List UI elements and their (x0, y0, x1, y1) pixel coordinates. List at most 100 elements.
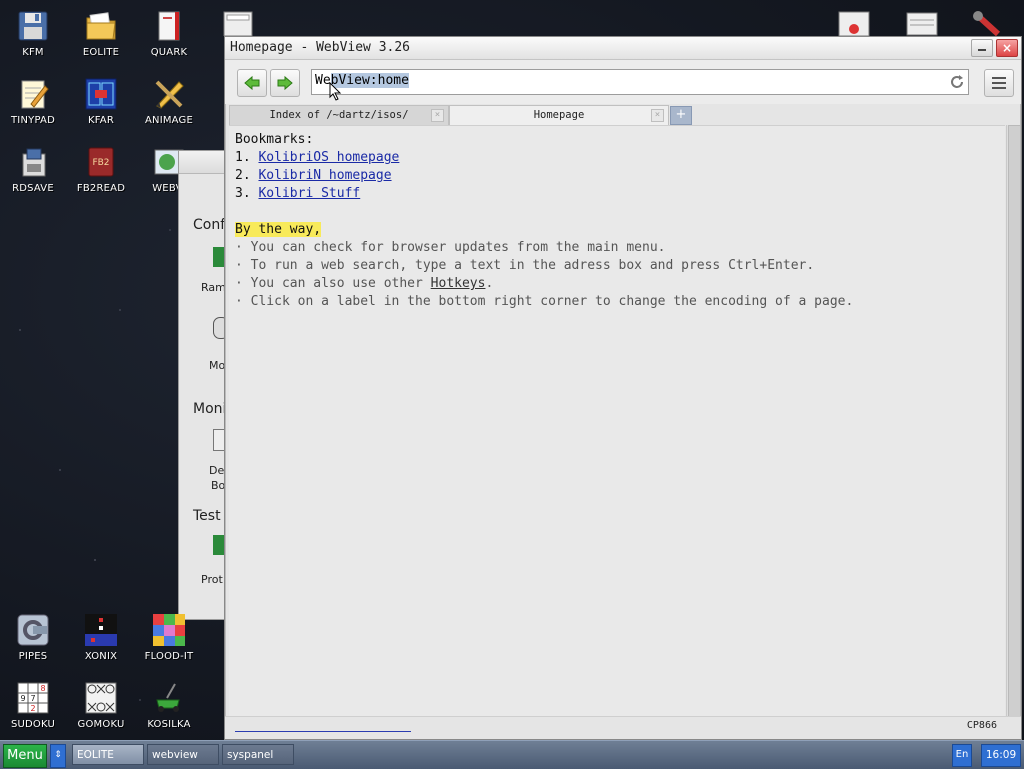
status-bar: CP866 (225, 716, 1021, 739)
tip-line: · You can also use other Hotkeys. (235, 276, 494, 291)
syspanel-section-monitor: Moni (193, 401, 227, 417)
vertical-scrollbar[interactable] (1006, 125, 1021, 719)
switch-arrows-icon[interactable]: ⇕ (50, 744, 66, 768)
main-menu-button[interactable] (984, 69, 1014, 97)
svg-text:2: 2 (30, 704, 35, 713)
tip-line: · You can check for browser updates from… (235, 240, 666, 255)
taskbar-item-syspanel[interactable]: syspanel (222, 744, 294, 765)
desktop-icon-label: RDSAVE (12, 183, 54, 194)
desktop-icon-kosilka[interactable]: KOSILKA (137, 682, 201, 730)
bookmark-item: 3. Kolibri Stuff (235, 186, 361, 201)
tab-index-of-isos[interactable]: Index of /~dartz/isos/ × (229, 105, 449, 126)
pipes-icon (17, 614, 49, 646)
window-titlebar[interactable]: Homepage - WebView 3.26 × (225, 37, 1021, 60)
tab-close-button[interactable]: × (431, 109, 444, 122)
taskbar-item-eolite[interactable]: EOLITE (72, 744, 144, 765)
desktop-icon-animage[interactable]: ANIMAGE (137, 78, 201, 126)
desktop-icon-sudoku[interactable]: 8 972 SUDOKU (1, 682, 65, 730)
syspanel-item-mouse[interactable]: Mo (209, 359, 225, 372)
sudoku-icon: 8 972 (17, 682, 49, 714)
desktop-icon-xonix[interactable]: XONIX (69, 614, 133, 662)
minimize-button[interactable] (971, 39, 993, 57)
desktop-icon-label: KFM (22, 47, 44, 58)
svg-text:7: 7 (30, 694, 35, 703)
tab-label: Index of /~dartz/isos/ (269, 109, 409, 121)
tab-bar: Index of /~dartz/isos/ × Homepage × + (229, 105, 1017, 126)
toolbar: WebView:home (225, 60, 1021, 104)
desktop-icon-label: KOSILKA (147, 719, 191, 730)
encoding-label[interactable]: CP866 (967, 720, 997, 731)
desktop-icon-rdsave[interactable]: RDSAVE (1, 146, 65, 194)
tip-line: · To run a web search, type a text in th… (235, 258, 815, 273)
folder-icon (85, 10, 117, 42)
xonix-icon (85, 614, 117, 646)
desktop-icon-label: EOLITE (82, 47, 120, 58)
book-icon: FB2 (85, 146, 117, 178)
desktop-icon-label: KFAR (88, 115, 114, 126)
desktop-icon-pipes[interactable]: PIPES (1, 614, 65, 662)
desktop-icon-label: FLOOD-IT (144, 651, 194, 662)
forward-button[interactable] (270, 69, 300, 97)
debugger-icon[interactable] (838, 10, 870, 37)
tip-line: · Click on a label in the bottom right c… (235, 294, 854, 309)
pencil-icon (153, 78, 185, 110)
refresh-icon[interactable] (948, 73, 966, 91)
webview-window: Homepage - WebView 3.26 × WebView:home I… (224, 36, 1022, 740)
desktop-icon-label: ANIMAGE (144, 115, 194, 126)
arrow-right-icon (277, 75, 293, 91)
syspanel-item-de[interactable]: De (209, 464, 224, 477)
desktop-icon-gomoku[interactable]: GOMOKU (69, 682, 133, 730)
desktop-icon-kfar[interactable]: KFAR (69, 78, 133, 126)
svg-text:FB2: FB2 (92, 158, 109, 168)
bookmark-link-kolibrin[interactable]: KolibriN homepage (258, 168, 391, 183)
progress-line (235, 731, 411, 732)
bookmark-link-kolibri-stuff[interactable]: Kolibri Stuff (258, 186, 360, 201)
taskbar: Menu ⇕ EOLITE webview syspanel En 16:09 (0, 740, 1024, 769)
svg-text:8: 8 (40, 684, 45, 693)
flood-it-icon (153, 614, 185, 646)
address-bar[interactable]: WebView:home (311, 69, 969, 95)
gomoku-icon (85, 682, 117, 714)
back-button[interactable] (237, 69, 267, 97)
bookmark-link-kolibrios[interactable]: KolibriOS homepage (258, 150, 399, 165)
desktop-icon-flood-it[interactable]: FLOOD-IT (137, 614, 201, 662)
desktop-icon-fb2read[interactable]: FB2 FB2READ (69, 146, 133, 194)
close-button[interactable]: × (996, 39, 1018, 57)
calculator-icon[interactable] (222, 10, 254, 37)
page-content: Bookmarks: 1. KolibriOS homepage 2. Koli… (229, 125, 1005, 718)
new-tab-button[interactable]: + (670, 106, 692, 125)
notepad-icon (17, 78, 49, 110)
kfar-icon (85, 78, 117, 110)
desktop-icon-label: PIPES (18, 651, 48, 662)
tab-close-button[interactable]: × (651, 109, 664, 122)
window-title: Homepage - WebView 3.26 (230, 40, 411, 55)
desktop-icon-quark[interactable]: QUARK (137, 10, 201, 58)
desktop-icon-tinypad[interactable]: TINYPAD (1, 78, 65, 126)
start-menu-button[interactable]: Menu (3, 744, 47, 768)
svg-text:9: 9 (20, 694, 25, 703)
desktop-icon-label: TINYPAD (11, 115, 55, 126)
desktop-icon-eolite[interactable]: EOLITE (69, 10, 133, 58)
bookmark-item: 1. KolibriOS homepage (235, 150, 400, 165)
arrow-left-icon (244, 75, 260, 91)
syspanel-section-test: Test (193, 508, 221, 524)
address-input[interactable] (315, 73, 935, 90)
desktop-icon-kfm[interactable]: KFM (1, 10, 65, 58)
tab-homepage[interactable]: Homepage × (449, 105, 669, 126)
floppy-icon (17, 10, 49, 42)
mouse-cursor-icon (329, 82, 342, 101)
desktop-icon-label: SUDOKU (10, 719, 56, 730)
wrench-icon[interactable] (972, 10, 1004, 37)
desktop-icon-label: GOMOKU (77, 719, 125, 730)
scrollbar-thumb[interactable] (1008, 125, 1021, 719)
bookmarks-header: Bookmarks: (235, 132, 314, 147)
syspanel-item-ram[interactable]: Ram (201, 281, 226, 294)
clock[interactable]: 16:09 (981, 744, 1021, 767)
language-indicator[interactable]: En (952, 744, 972, 767)
syspanel-item-prot[interactable]: Prot (201, 573, 223, 586)
hotkeys-link[interactable]: Hotkeys (431, 276, 486, 291)
document-viewer-icon[interactable] (906, 10, 938, 36)
syspanel-section-config: Conf (193, 217, 226, 233)
taskbar-item-webview[interactable]: webview (147, 744, 219, 765)
desktop-icon-label: XONIX (84, 651, 118, 662)
